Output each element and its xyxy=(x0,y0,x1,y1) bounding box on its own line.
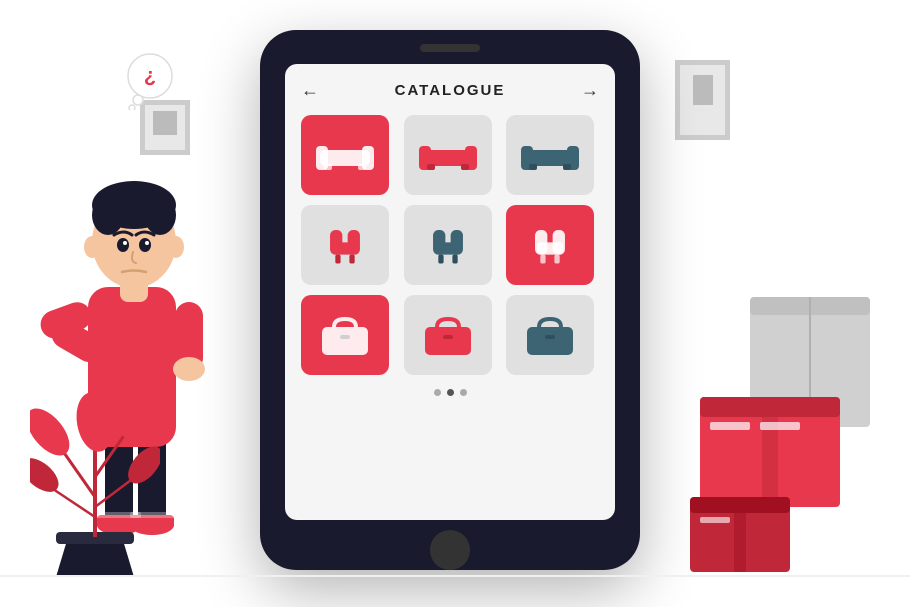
scene: ¿ ← CATALOGUE → xyxy=(0,0,910,607)
bag-white-icon xyxy=(316,313,374,357)
chair-red-icon xyxy=(316,223,374,267)
arrow-left[interactable]: ← xyxy=(301,80,319,101)
bag-red-icon xyxy=(419,313,477,357)
svg-text:¿: ¿ xyxy=(144,65,156,87)
dot-1 xyxy=(434,389,441,396)
product-cell-chair-dark[interactable] xyxy=(404,205,492,285)
screen-dots xyxy=(301,389,599,396)
catalogue-title: CATALOGUE xyxy=(395,82,506,99)
boxes xyxy=(690,277,890,577)
phone-speaker xyxy=(420,44,480,52)
phone-screen: ← CATALOGUE → xyxy=(285,64,615,520)
boxes-illustration xyxy=(690,277,890,577)
product-cell-chair-red[interactable] xyxy=(301,205,389,285)
dot-2 xyxy=(447,389,454,396)
frame-inner-right xyxy=(693,75,713,105)
sofa-white-icon xyxy=(316,133,374,177)
product-cell-chair-white[interactable] xyxy=(506,205,594,285)
screen-header: ← CATALOGUE → xyxy=(301,80,599,101)
plant-illustration xyxy=(30,377,160,577)
product-cell-bag-dark[interactable] xyxy=(506,295,594,375)
product-grid xyxy=(301,115,599,375)
product-cell-bag-red[interactable] xyxy=(404,295,492,375)
chair-white-icon xyxy=(521,223,579,267)
chair-dark-icon xyxy=(419,223,477,267)
dot-3 xyxy=(460,389,467,396)
floor-line xyxy=(0,575,910,577)
phone-home-button[interactable] xyxy=(430,530,470,570)
product-cell-sofa-dark[interactable] xyxy=(506,115,594,195)
plant xyxy=(30,377,160,577)
product-cell-sofa-white[interactable] xyxy=(301,115,389,195)
sofa-red-icon xyxy=(419,133,477,177)
wall-frame-right xyxy=(675,60,730,140)
arrow-right[interactable]: → xyxy=(581,80,599,101)
product-cell-sofa-red[interactable] xyxy=(404,115,492,195)
phone: ← CATALOGUE → xyxy=(260,30,640,570)
sofa-dark-icon xyxy=(521,133,579,177)
product-cell-bag-white[interactable] xyxy=(301,295,389,375)
bag-dark-icon xyxy=(521,313,579,357)
